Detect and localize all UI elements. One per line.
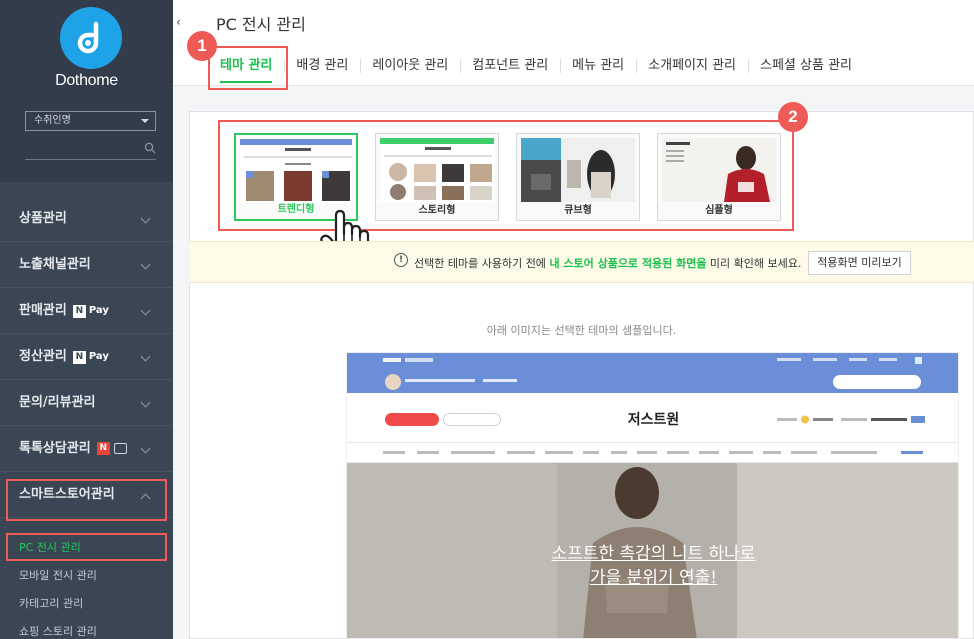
page-header: PC 전시 관리 테마 관리 배경 관리 레이아웃 관리 컴포넌트 관리 메뉴 … <box>173 0 974 86</box>
sidebar: Dothome 수취인명 상품관리 노출채널관리 판매관리 N Pay 정산관리 N P… <box>0 0 173 639</box>
new-badge: N <box>96 442 110 455</box>
chevron-down-icon <box>140 259 151 270</box>
chevron-down-icon <box>140 443 151 454</box>
sample-caption: 아래 이미지는 선택한 테마의 샘플입니다. <box>486 324 677 337</box>
notice-text: 선택한 테마를 사용하기 전에 내 스토어 상품으로 적용된 화면을 미리 확인… <box>414 255 801 271</box>
sidebar-search-input[interactable] <box>25 140 156 160</box>
sidebar-item-label: 문의/리뷰관리 <box>19 395 96 410</box>
sample-category-nav <box>347 443 958 463</box>
npay-badge: N Pay <box>72 350 109 364</box>
sidebar-item-channels[interactable]: 노출채널관리 <box>0 242 173 288</box>
dothome-logo[interactable] <box>60 7 122 69</box>
search-icon[interactable] <box>144 142 156 154</box>
sample-store-meta <box>777 415 925 424</box>
store-select[interactable]: 수취인명 <box>25 111 156 131</box>
submenu-item-mobile-display[interactable]: 모바일 전시 관리 <box>0 562 173 590</box>
tab-special-products[interactable]: 스페셜 상품 관리 <box>748 49 864 83</box>
sidebar-item-sales[interactable]: 판매관리 N Pay <box>0 288 173 334</box>
info-icon: ! <box>394 253 408 267</box>
theme-cube-preview <box>521 138 635 202</box>
theme-sample-preview: 저스트원 소프트한 촉감의 니트 하나로 가을 분위기 연출! <box>346 352 959 639</box>
theme-selector: 트렌디형 스토리형 큐브형 심플형 <box>218 120 794 231</box>
brand-name: Dothome <box>55 72 118 89</box>
notice-text-part2: 미리 확인해 보세요. <box>706 257 802 270</box>
highlight-box-pc-display <box>6 533 167 561</box>
npay-label: Pay <box>88 350 109 362</box>
tab-intro-page[interactable]: 소개페이지 관리 <box>636 49 748 83</box>
notice-text-part1: 선택한 테마를 사용하기 전에 <box>414 257 550 270</box>
sidebar-item-label: 판매관리 <box>19 303 67 318</box>
step-badge-1: 1 <box>187 31 217 61</box>
chevron-down-icon <box>140 351 151 362</box>
sidebar-item-label: 상품관리 <box>19 211 67 226</box>
sample-hero-line1: 소프트한 촉감의 니트 하나로 <box>551 544 756 564</box>
theme-option-story[interactable]: 스토리형 <box>375 133 499 221</box>
theme-thumbnail <box>521 138 635 202</box>
sample-search-input <box>833 375 921 389</box>
sample-nav-items <box>383 451 923 454</box>
theme-trendy-preview <box>240 139 352 201</box>
page-title: PC 전시 관리 <box>216 15 306 34</box>
sidebar-menu: 상품관리 노출채널관리 판매관리 N Pay 정산관리 N Pay 문의/리뷰관리 톡톡… <box>0 196 173 518</box>
dothome-logo-icon <box>77 21 99 54</box>
npay-label: Pay <box>88 304 109 316</box>
npay-n-icon: N <box>72 304 86 318</box>
sidebar-item-reviews[interactable]: 문의/리뷰관리 <box>0 380 173 426</box>
tab-menu[interactable]: 메뉴 관리 <box>560 49 636 83</box>
theme-thumbnail <box>662 138 776 202</box>
theme-label: 심플형 <box>705 205 733 216</box>
preview-applied-button[interactable]: 적용화면 미리보기 <box>808 251 911 275</box>
sidebar-item-settlement[interactable]: 정산관리 N Pay <box>0 334 173 380</box>
sidebar-item-label: 노출채널관리 <box>19 257 91 272</box>
sidebar-item-label: 정산관리 <box>19 349 67 364</box>
highlight-box-smartstore <box>6 479 167 521</box>
chevron-down-icon <box>140 213 151 224</box>
chevron-down-icon <box>140 397 151 408</box>
sidebar-header: Dothome 수취인명 <box>0 0 173 182</box>
tab-layout[interactable]: 레이아웃 관리 <box>360 49 460 83</box>
sample-hero-line2: 가을 분위기 연출! <box>589 568 718 588</box>
theme-simple-preview <box>662 138 776 202</box>
sidebar-item-products[interactable]: 상품관리 <box>0 196 173 242</box>
submenu-item-category[interactable]: 카테고리 관리 <box>0 590 173 618</box>
notice-highlight: 내 스토어 상품으로 적용된 화면을 <box>549 257 707 270</box>
theme-label: 큐브형 <box>564 205 592 216</box>
sidebar-collapse-button[interactable]: ‹ <box>176 15 184 29</box>
step-badge-2: 2 <box>778 102 808 132</box>
theme-story-preview <box>380 138 494 200</box>
theme-option-simple[interactable]: 심플형 <box>657 133 781 221</box>
theme-thumbnail <box>380 138 494 202</box>
npay-badge: N Pay <box>72 304 109 318</box>
tab-component[interactable]: 컴포넌트 관리 <box>460 49 560 83</box>
sidebar-item-label: 톡톡상담관리 <box>19 441 91 456</box>
sample-avatar <box>385 374 401 390</box>
tab-background[interactable]: 배경 관리 <box>284 49 360 83</box>
chat-icon <box>113 443 127 454</box>
submenu-item-shopping-story[interactable]: 쇼핑 스토리 관리 <box>0 618 173 639</box>
theme-option-cube[interactable]: 큐브형 <box>516 133 640 221</box>
theme-label: 스토리형 <box>418 205 456 216</box>
sample-hero-banner: 소프트한 촉감의 니트 하나로 가을 분위기 연출! <box>347 463 958 638</box>
store-select-value: 수취인명 <box>34 115 71 126</box>
theme-thumbnail <box>240 139 352 203</box>
tab-bar: 테마 관리 배경 관리 레이아웃 관리 컴포넌트 관리 메뉴 관리 소개페이지 … <box>208 49 864 85</box>
sidebar-item-talktalk[interactable]: 톡톡상담관리 N <box>0 426 173 472</box>
npay-n-icon: N <box>72 350 86 364</box>
chevron-down-icon <box>140 305 151 316</box>
chevron-down-icon <box>141 119 149 123</box>
highlight-box-theme-tab <box>208 46 288 90</box>
